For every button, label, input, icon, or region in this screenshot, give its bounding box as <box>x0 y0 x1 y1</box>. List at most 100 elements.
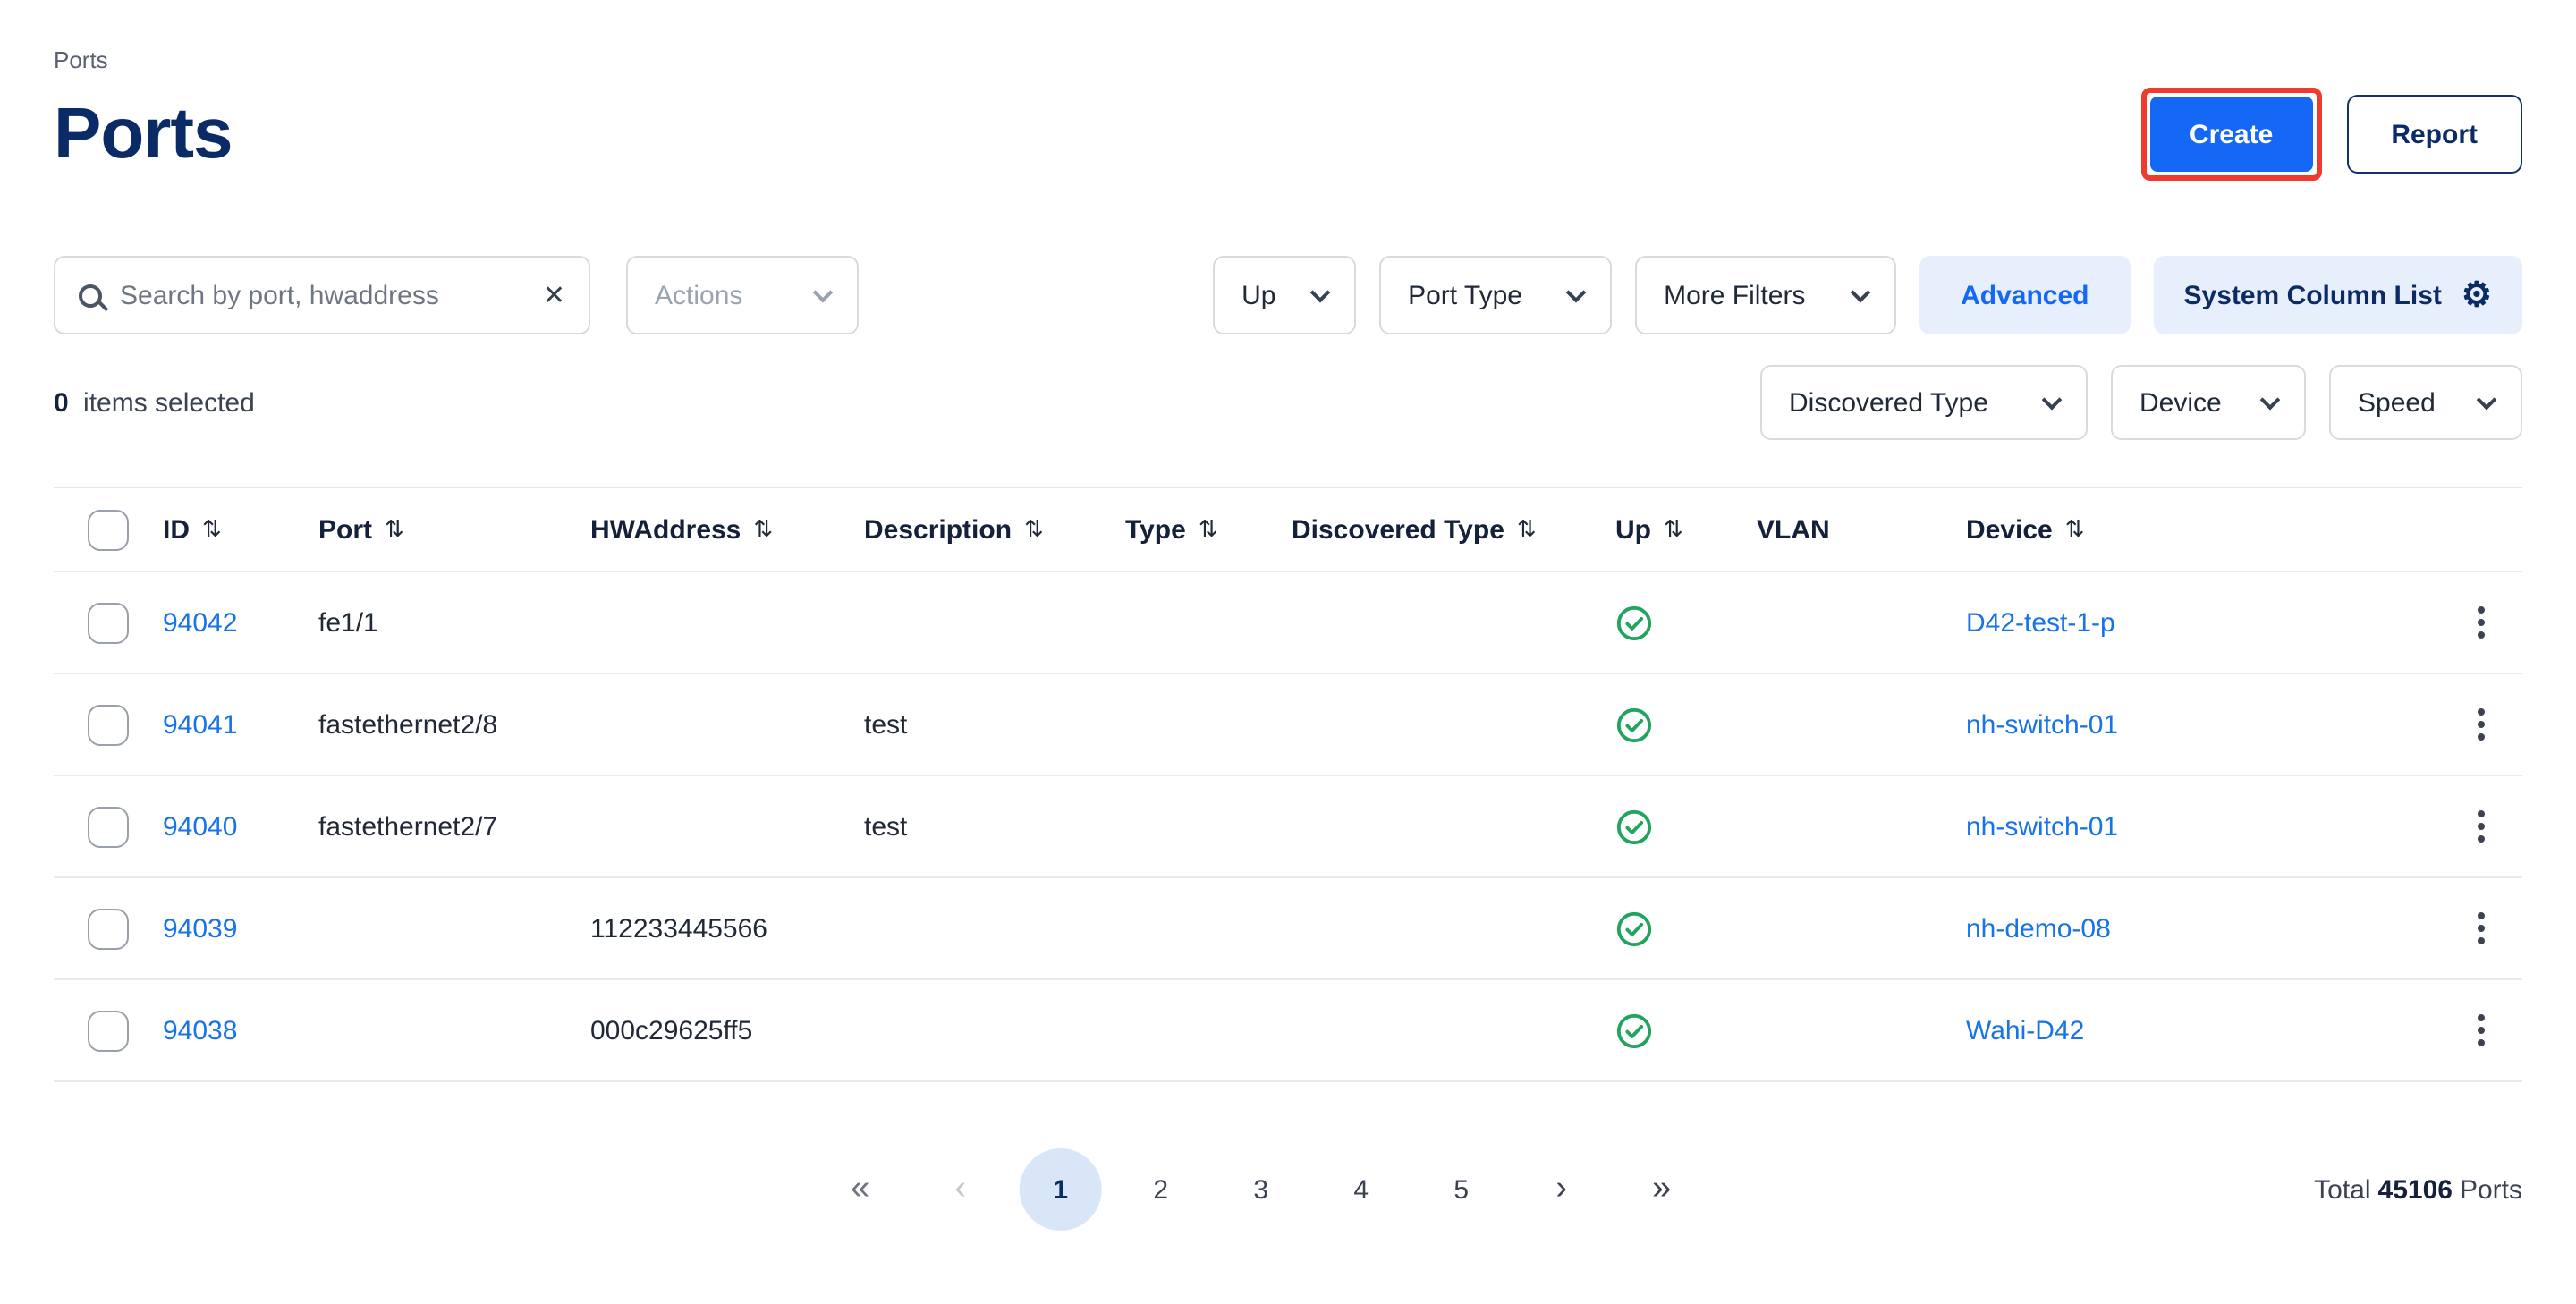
table-row: 94038 000c29625ff5 Wahi-D42 <box>54 980 2522 1082</box>
table-row: 94041 fastethernet2/8 test nh-switch-01 <box>54 674 2522 776</box>
search-icon <box>79 284 102 307</box>
column-header-id[interactable]: ID ⇅ <box>163 514 318 545</box>
sort-icon[interactable]: ⇅ <box>385 515 404 544</box>
column-label-description: Description <box>864 514 1012 545</box>
search-box[interactable]: ✕ <box>54 256 590 334</box>
total-value: 45106 <box>2378 1174 2453 1205</box>
table-row: 94040 fastethernet2/7 test nh-switch-01 <box>54 776 2522 878</box>
sort-icon[interactable]: ⇅ <box>1199 515 1218 544</box>
report-button[interactable]: Report <box>2346 95 2522 174</box>
chevron-down-icon <box>2042 390 2063 411</box>
row-menu-button[interactable] <box>2444 606 2522 639</box>
page-button-2[interactable]: 2 <box>1120 1148 1202 1231</box>
page-button-3[interactable]: 3 <box>1220 1148 1302 1231</box>
device-link[interactable]: Wahi-D42 <box>1966 1015 2084 1046</box>
discovered-type-filter-dropdown[interactable]: Discovered Type <box>1760 365 2088 440</box>
clear-search-icon[interactable]: ✕ <box>543 279 565 311</box>
device-link[interactable]: nh-demo-08 <box>1966 913 2111 944</box>
row-checkbox[interactable] <box>88 602 129 643</box>
secondary-toolbar: 0 items selected Discovered Type Device … <box>54 365 2522 440</box>
device-link[interactable]: nh-switch-01 <box>1966 709 2118 740</box>
advanced-button[interactable]: Advanced <box>1919 256 2130 334</box>
port-id-link[interactable]: 94040 <box>163 811 237 842</box>
create-button[interactable]: Create <box>2150 97 2312 172</box>
row-menu-button[interactable] <box>2444 1014 2522 1046</box>
sort-icon[interactable]: ⇅ <box>1517 515 1537 544</box>
column-header-hwaddress[interactable]: HWAddress ⇅ <box>590 514 864 545</box>
first-page-button[interactable]: « <box>819 1148 902 1231</box>
column-header-type[interactable]: Type ⇅ <box>1125 514 1292 545</box>
port-type-filter-dropdown[interactable]: Port Type <box>1379 256 1612 334</box>
row-checkbox[interactable] <box>88 1010 129 1051</box>
device-link[interactable]: D42-test-1-p <box>1966 607 2115 638</box>
port-name: fastethernet2/8 <box>318 709 590 740</box>
column-header-up[interactable]: Up ⇅ <box>1615 514 1757 545</box>
port-id-link[interactable]: 94042 <box>163 607 237 638</box>
search-input[interactable] <box>120 280 525 310</box>
column-header-port[interactable]: Port ⇅ <box>318 514 590 545</box>
up-status-check-icon <box>1615 808 1653 845</box>
column-header-description[interactable]: Description ⇅ <box>864 514 1125 545</box>
port-id-link[interactable]: 94038 <box>163 1015 237 1046</box>
table-row: 94042 fe1/1 D42-test-1-p <box>54 572 2522 674</box>
page-header: Ports Create Report <box>54 88 2522 181</box>
speed-filter-dropdown[interactable]: Speed <box>2329 365 2522 440</box>
device-link[interactable]: nh-switch-01 <box>1966 811 2118 842</box>
sort-icon[interactable]: ⇅ <box>202 515 222 544</box>
row-checkbox[interactable] <box>88 704 129 745</box>
chevron-down-icon <box>1851 283 1871 303</box>
chevron-down-icon <box>2477 390 2497 411</box>
system-column-list-label: System Column List <box>2184 280 2442 310</box>
chevron-down-icon <box>2260 390 2281 411</box>
sort-icon[interactable]: ⇅ <box>1664 515 1683 544</box>
column-label-id: ID <box>163 514 190 545</box>
port-name: fastethernet2/7 <box>318 811 590 842</box>
port-id-link[interactable]: 94039 <box>163 913 237 944</box>
page-button-1[interactable]: 1 <box>1020 1148 1102 1231</box>
sort-icon[interactable]: ⇅ <box>2065 515 2085 544</box>
page-button-5[interactable]: 5 <box>1420 1148 1503 1231</box>
column-label-port: Port <box>318 514 372 545</box>
system-column-list-button[interactable]: System Column List ⚙ <box>2154 256 2523 334</box>
pagination: « ‹ 1 2 3 4 5 › » <box>810 1148 1712 1231</box>
row-checkbox[interactable] <box>88 908 129 949</box>
sort-icon[interactable]: ⇅ <box>753 515 773 544</box>
row-checkbox[interactable] <box>88 806 129 847</box>
chevron-down-icon <box>1566 283 1587 303</box>
speed-filter-label: Speed <box>2358 387 2436 418</box>
chevron-down-icon <box>813 283 834 303</box>
column-header-vlan: VLAN <box>1757 514 1966 545</box>
column-label-hwaddress: HWAddress <box>590 514 741 545</box>
column-label-device: Device <box>1966 514 2053 545</box>
prev-page-button[interactable]: ‹ <box>919 1148 1002 1231</box>
up-status-check-icon <box>1615 706 1653 743</box>
select-all-checkbox[interactable] <box>88 509 129 550</box>
last-page-button[interactable]: » <box>1621 1148 1703 1231</box>
row-menu-button[interactable] <box>2444 708 2522 741</box>
total-count: Total 45106 Ports <box>2314 1148 2522 1231</box>
more-filters-dropdown[interactable]: More Filters <box>1635 256 1896 334</box>
up-filter-dropdown[interactable]: Up <box>1213 256 1356 334</box>
column-label-type: Type <box>1125 514 1186 545</box>
port-id-link[interactable]: 94041 <box>163 709 237 740</box>
next-page-button[interactable]: › <box>1521 1148 1603 1231</box>
selection-status: 0 items selected <box>54 387 255 418</box>
column-header-discovered-type[interactable]: Discovered Type ⇅ <box>1292 514 1615 545</box>
page-button-4[interactable]: 4 <box>1320 1148 1402 1231</box>
total-label: Total <box>2314 1174 2370 1205</box>
column-label-up: Up <box>1615 514 1651 545</box>
device-filter-dropdown[interactable]: Device <box>2111 365 2306 440</box>
column-label-vlan: VLAN <box>1757 514 1830 545</box>
device-filter-label: Device <box>2140 387 2222 418</box>
sort-icon[interactable]: ⇅ <box>1024 515 1044 544</box>
ports-page: Ports Ports Create Report ✕ Actions Up P… <box>0 0 2576 1231</box>
up-status-check-icon <box>1615 1012 1653 1049</box>
column-header-device[interactable]: Device ⇅ <box>1966 514 2444 545</box>
row-menu-button[interactable] <box>2444 912 2522 944</box>
row-menu-button[interactable] <box>2444 810 2522 843</box>
secondary-filters: Discovered Type Device Speed <box>1760 365 2522 440</box>
page-title: Ports <box>54 91 233 177</box>
breadcrumb[interactable]: Ports <box>54 0 2522 73</box>
table-footer: « ‹ 1 2 3 4 5 › » Total 45106 Ports <box>54 1148 2522 1231</box>
actions-dropdown[interactable]: Actions <box>626 256 859 334</box>
